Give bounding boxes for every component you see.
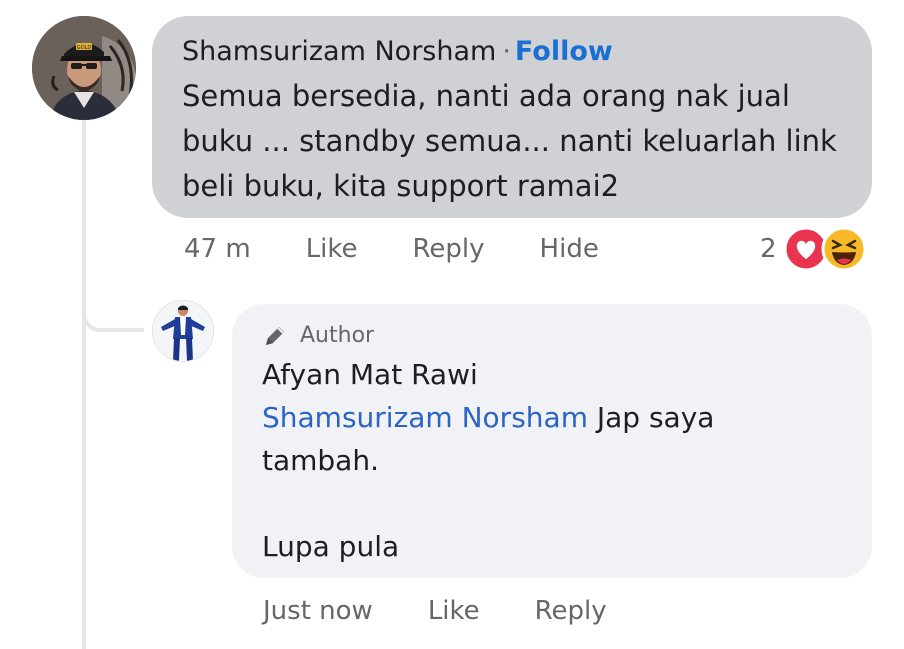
comment-header: Shamsurizam Norsham · Follow [182,34,842,70]
comment-actions: 47 m Like Reply Hide [184,234,599,264]
like-button[interactable]: Like [306,234,358,264]
haha-icon [821,226,867,272]
reaction-count: 2 [760,234,777,264]
commenter-avatar[interactable]: GOLD [32,16,136,120]
reply-author-name[interactable]: Afyan Mat Rawi [262,354,842,396]
reply-connector [82,255,144,332]
reply-text-line2: tambah. [262,444,379,477]
reply-text-line3: Lupa pula [262,530,400,563]
comment-text: Semua bersedia, nanti ada orang nak jual… [182,79,837,203]
thread-line [82,120,86,649]
author-badge-label: Author [300,323,375,348]
reply-reply-button[interactable]: Reply [535,596,607,626]
cap-logo-text: GOLD [77,45,92,51]
hide-button[interactable]: Hide [540,234,599,264]
comment-author-name[interactable]: Shamsurizam Norsham [182,36,496,67]
reply-text: Shamsurizam Norsham Jap saya tambah. Lup… [262,396,842,568]
pencil-icon [266,327,284,345]
comment-bubble: Shamsurizam Norsham · Follow Semua bersedi… [152,16,872,218]
reply-timestamp[interactable]: Just now [263,596,373,626]
follow-button[interactable]: Follow [515,36,613,67]
reply-actions: Just now Like Reply [263,596,607,626]
reaction-summary[interactable]: 2 [760,226,869,272]
mention-link[interactable]: Shamsurizam Norsham [262,401,588,434]
reply-text-line1: Jap saya [587,401,715,434]
author-badge: Author [262,322,842,350]
commenter-avatar-image: GOLD [32,16,136,120]
reply-bubble: Author Afyan Mat Rawi Shamsurizam Norsha… [232,304,872,578]
comment-timestamp[interactable]: 47 m [184,234,251,264]
reply-author-avatar-image [153,301,213,361]
reply-button[interactable]: Reply [413,234,485,264]
separator-dot: · [502,36,511,67]
reply-like-button[interactable]: Like [428,596,480,626]
reply-author-avatar[interactable] [152,300,214,362]
